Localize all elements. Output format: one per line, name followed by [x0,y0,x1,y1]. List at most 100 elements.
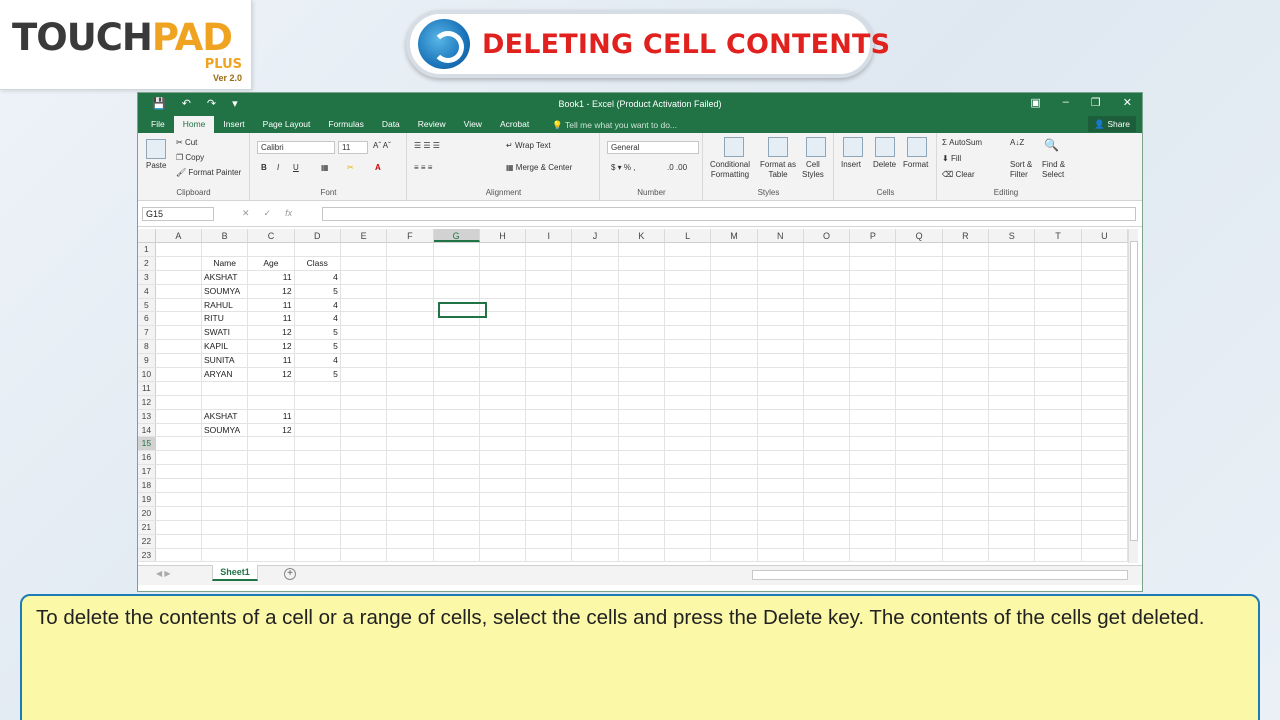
cell[interactable] [989,465,1036,479]
row-header[interactable]: 22 [138,534,156,548]
cell[interactable] [989,340,1036,354]
cell[interactable] [341,423,388,437]
cell[interactable] [989,548,1036,562]
cell[interactable] [619,465,665,479]
cell[interactable] [665,284,712,298]
cell[interactable] [619,270,665,284]
cell[interactable] [758,298,804,312]
cell[interactable] [850,243,897,256]
tab-file[interactable]: File [142,116,174,133]
cell[interactable] [619,256,665,270]
cell[interactable] [341,284,388,298]
cell[interactable] [896,368,943,381]
row-header[interactable]: 4 [138,284,156,298]
copy-button[interactable]: ❐ Copy [176,153,204,162]
cell[interactable] [711,437,758,451]
cell[interactable] [295,534,341,548]
horizontal-scrollbar[interactable] [752,570,1128,580]
cell[interactable] [758,493,804,506]
cell[interactable] [1035,284,1082,298]
cell[interactable] [526,479,573,493]
cell[interactable] [295,423,341,437]
share-button[interactable]: 👤 Share [1088,116,1136,132]
cell[interactable] [850,409,897,423]
cell[interactable] [572,506,619,520]
cell[interactable] [989,256,1036,270]
cell[interactable] [711,506,758,520]
clear-button[interactable]: ⌫ Clear [942,170,975,179]
cell[interactable] [156,368,203,381]
cell[interactable]: 12 [248,423,295,437]
find-select-icon[interactable]: 🔍 [1044,138,1059,152]
cell[interactable] [943,368,990,381]
cell[interactable] [896,520,943,534]
cell[interactable] [156,270,203,284]
tab-insert[interactable]: Insert [214,116,253,133]
column-header[interactable]: U [1082,229,1128,242]
cell[interactable] [1082,284,1128,298]
cell[interactable] [1082,451,1128,465]
cell[interactable] [341,312,388,326]
cell[interactable] [619,298,665,312]
cell[interactable] [711,354,758,368]
cell[interactable] [896,312,943,326]
cell[interactable] [434,437,480,451]
cell[interactable] [248,548,295,562]
cell[interactable] [156,548,203,562]
vertical-scrollbar[interactable] [1128,229,1138,563]
cell[interactable] [156,354,203,368]
cell[interactable] [619,437,665,451]
cell[interactable] [850,312,897,326]
cell[interactable] [480,340,527,354]
row-header[interactable]: 2 [138,256,156,270]
cell[interactable] [896,395,943,409]
cell[interactable] [202,381,249,395]
cell[interactable] [665,520,712,534]
cell[interactable]: 11 [248,270,295,284]
cell[interactable] [665,409,712,423]
cell[interactable] [526,465,573,479]
cell[interactable] [156,451,203,465]
cell[interactable] [1082,479,1128,493]
cell[interactable] [665,423,712,437]
cell[interactable] [387,270,434,284]
cell[interactable] [1035,506,1082,520]
cell[interactable] [480,381,527,395]
cell[interactable] [989,423,1036,437]
cell[interactable] [943,243,990,256]
borders-icon[interactable]: ▦ [321,163,329,172]
cell[interactable] [156,437,203,451]
cell[interactable] [387,451,434,465]
cell[interactable] [989,326,1036,340]
cell[interactable] [989,284,1036,298]
cell[interactable] [1035,437,1082,451]
cell[interactable] [341,270,388,284]
paste-icon[interactable] [146,139,166,159]
cell[interactable] [758,256,804,270]
cell[interactable] [619,368,665,381]
cell[interactable] [480,451,527,465]
cell[interactable] [804,423,851,437]
currency-icon[interactable]: $ ▾ % , [611,163,635,172]
column-header[interactable]: J [572,229,619,242]
cell[interactable] [434,284,480,298]
cell[interactable] [434,479,480,493]
cell[interactable] [341,465,388,479]
cell[interactable] [665,298,712,312]
cell[interactable] [896,534,943,548]
italic-icon[interactable]: I [277,163,279,172]
cell[interactable] [896,437,943,451]
format-painter-button[interactable]: 🖌 Format Painter [176,168,241,177]
cell[interactable] [850,520,897,534]
align-left-icon[interactable]: ≡ ≡ ≡ [414,163,432,172]
cell[interactable] [572,423,619,437]
cell[interactable] [711,465,758,479]
cell[interactable] [804,493,851,506]
cell[interactable] [572,479,619,493]
cell[interactable] [156,534,203,548]
font-color-icon[interactable]: A [375,163,381,172]
row-header[interactable]: 5 [138,298,156,312]
cell[interactable] [896,465,943,479]
cell[interactable] [850,465,897,479]
cell[interactable]: 11 [248,298,295,312]
